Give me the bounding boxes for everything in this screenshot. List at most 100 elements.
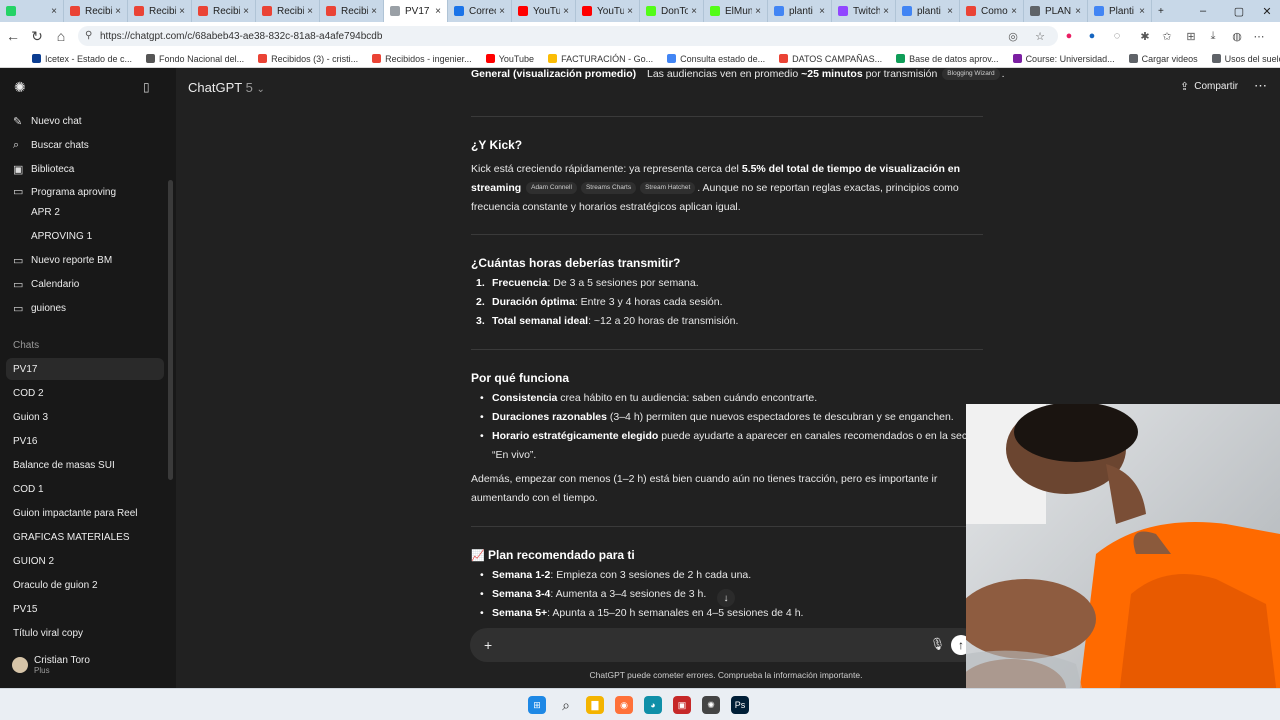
bookmark-item[interactable]: Cargar videos bbox=[1128, 54, 1198, 64]
app-icon[interactable]: ▣ bbox=[673, 696, 691, 714]
browser-tab[interactable]: Recibi × bbox=[64, 0, 128, 22]
sidebar-scrollbar[interactable] bbox=[168, 180, 173, 480]
sidebar-chat-item[interactable]: PV16 bbox=[6, 430, 164, 452]
sidebar-chat-item[interactable]: COD 1 bbox=[6, 478, 164, 500]
browser-tab[interactable]: Recibi × bbox=[128, 0, 192, 22]
tab-close-icon[interactable]: × bbox=[1011, 6, 1017, 17]
browser-tab[interactable]: DonTo × bbox=[640, 0, 704, 22]
sidebar-chat-item[interactable]: Oraculo de guion 2 bbox=[6, 574, 164, 596]
browser-tab[interactable]: Correc × bbox=[448, 0, 512, 22]
user-account[interactable]: Cristian Toro Plus bbox=[6, 650, 166, 680]
source-chip[interactable]: Blogging Wizard bbox=[942, 68, 1000, 81]
model-selector[interactable]: ChatGPT 5 ⌄ bbox=[188, 80, 265, 95]
sidebar-chat-item[interactable]: GUION 2 bbox=[6, 550, 164, 572]
browser-tab[interactable]: Twitch × bbox=[832, 0, 896, 22]
source-chip[interactable]: Streams Charts bbox=[580, 182, 637, 195]
address-bar[interactable]: ⚲ https://chatgpt.com/c/68abeb43-ae38-83… bbox=[78, 26, 1058, 46]
home-icon[interactable]: ⌂ bbox=[48, 22, 74, 50]
collections-icon[interactable]: ⊞ bbox=[1182, 27, 1200, 45]
sidebar-item[interactable]: ⌕ Buscar chats bbox=[6, 134, 164, 156]
site-info-icon[interactable]: ⚲ bbox=[85, 30, 92, 41]
search-icon[interactable]: ⌕ bbox=[557, 696, 575, 714]
share-button[interactable]: ⇪ Compartir bbox=[1180, 80, 1238, 93]
toggle-sidebar-icon[interactable]: ▯ bbox=[143, 80, 150, 94]
browser-tab[interactable]: Planti × bbox=[1088, 0, 1152, 22]
browser-tab[interactable]: Como × bbox=[960, 0, 1024, 22]
chatgpt-logo-icon[interactable]: ✺ bbox=[14, 79, 26, 96]
bookmark-item[interactable]: Consulta estado de... bbox=[667, 54, 765, 64]
browser-tab[interactable]: × bbox=[0, 0, 64, 22]
extension-icon-1[interactable]: ● bbox=[1060, 27, 1078, 45]
favorites-icon[interactable]: ✩ bbox=[1158, 27, 1176, 45]
bookmark-item[interactable]: Base de datos aprov... bbox=[896, 54, 999, 64]
sidebar-chat-item[interactable]: PV15 bbox=[6, 598, 164, 620]
maximize-icon[interactable]: ▢ bbox=[1226, 0, 1252, 22]
sidebar-chat-item[interactable]: Guion impactante para Reel bbox=[6, 502, 164, 524]
extension-icon-3[interactable]: ◌ bbox=[1108, 27, 1126, 45]
photoshop-icon[interactable]: Ps bbox=[731, 696, 749, 714]
extensions-puzzle-icon[interactable]: ✱ bbox=[1136, 27, 1154, 45]
back-icon[interactable]: ← bbox=[0, 22, 26, 50]
extension-icon-2[interactable]: ● bbox=[1083, 27, 1101, 45]
microphone-icon[interactable]: 🎙 bbox=[930, 637, 945, 651]
sidebar-item[interactable]: ✎ Nuevo chat bbox=[6, 110, 164, 132]
browser-menu-icon[interactable]: ⋯ bbox=[1250, 27, 1268, 45]
browser-tab[interactable]: Recibi × bbox=[320, 0, 384, 22]
tab-close-icon[interactable]: × bbox=[1139, 6, 1145, 17]
browser-tab[interactable]: YouTu × bbox=[576, 0, 640, 22]
prompt-input[interactable] bbox=[504, 637, 904, 653]
more-options-icon[interactable]: ⋯ bbox=[1254, 78, 1267, 94]
bookmark-item[interactable]: FACTURACIÓN - Go... bbox=[548, 54, 653, 64]
sidebar-project-item[interactable]: ▭ Programa aproving bbox=[6, 184, 164, 198]
sidebar-project-item[interactable]: APROVING 1 bbox=[6, 225, 164, 247]
sidebar-project-item[interactable]: ▭ Nuevo reporte BM bbox=[6, 249, 164, 271]
tab-close-icon[interactable]: × bbox=[499, 6, 505, 17]
downloads-icon[interactable]: ⤓ bbox=[1204, 27, 1222, 45]
tab-close-icon[interactable]: × bbox=[1075, 6, 1081, 17]
file-explorer-icon[interactable]: ▇ bbox=[586, 696, 604, 714]
sidebar-chat-item[interactable]: Guion 3 bbox=[6, 406, 164, 428]
sidebar-item[interactable]: ▣ Biblioteca bbox=[6, 158, 164, 180]
bookmark-item[interactable]: YouTube bbox=[485, 54, 534, 64]
sidebar-chat-item[interactable]: COD 2 bbox=[6, 382, 164, 404]
browser-tab[interactable]: Recibi × bbox=[256, 0, 320, 22]
new-tab-button[interactable]: + bbox=[1152, 0, 1176, 22]
tab-close-icon[interactable]: × bbox=[435, 6, 441, 17]
browser-tab[interactable]: Recibi × bbox=[192, 0, 256, 22]
tab-close-icon[interactable]: × bbox=[947, 6, 953, 17]
tab-close-icon[interactable]: × bbox=[371, 6, 377, 17]
firefox-icon[interactable]: ◉ bbox=[615, 696, 633, 714]
tab-close-icon[interactable]: × bbox=[691, 6, 697, 17]
tab-close-icon[interactable]: × bbox=[563, 6, 569, 17]
edge-icon[interactable]: ◕ bbox=[644, 696, 662, 714]
sidebar-project-item[interactable]: APR 2 bbox=[6, 201, 164, 223]
source-chip[interactable]: Adam Connell bbox=[526, 182, 577, 195]
tab-close-icon[interactable]: × bbox=[179, 6, 185, 17]
windows-start-icon[interactable]: ⊞ bbox=[528, 696, 546, 714]
browser-tab[interactable]: ElMun × bbox=[704, 0, 768, 22]
browser-tab[interactable]: PLAN × bbox=[1024, 0, 1088, 22]
chatgpt-app-icon[interactable]: ✺ bbox=[702, 696, 720, 714]
sidebar-chat-item[interactable]: Título viral copy bbox=[6, 622, 164, 644]
close-window-icon[interactable]: ✕ bbox=[1254, 0, 1280, 22]
tab-close-icon[interactable]: × bbox=[115, 6, 121, 17]
scroll-down-button[interactable]: ↓ bbox=[717, 589, 735, 607]
tab-close-icon[interactable]: × bbox=[51, 6, 57, 17]
sidebar-project-item[interactable]: ▭ guiones bbox=[6, 297, 164, 319]
plus-icon[interactable]: + bbox=[484, 637, 492, 653]
browser-tab[interactable]: planti × bbox=[768, 0, 832, 22]
bookmark-item[interactable]: Course: Universidad... bbox=[1012, 54, 1115, 64]
browser-tab[interactable]: planti × bbox=[896, 0, 960, 22]
bookmark-item[interactable]: DATOS CAMPAÑAS... bbox=[779, 54, 882, 64]
tab-close-icon[interactable]: × bbox=[307, 6, 313, 17]
source-chip[interactable]: Stream Hatchet bbox=[640, 182, 696, 195]
tab-close-icon[interactable]: × bbox=[819, 6, 825, 17]
browser-tab[interactable]: PV17 × bbox=[384, 0, 448, 22]
sidebar-project-item[interactable]: ▭ Calendario bbox=[6, 273, 164, 295]
screen-share-icon[interactable]: ◎ bbox=[1004, 27, 1022, 45]
tab-close-icon[interactable]: × bbox=[243, 6, 249, 17]
sidebar-chat-item[interactable]: GRAFICAS MATERIALES bbox=[6, 526, 164, 548]
bookmark-item[interactable]: Usos del suelo palm... bbox=[1211, 54, 1280, 64]
bookmark-item[interactable]: Recibidos - ingenier... bbox=[372, 54, 472, 64]
tab-close-icon[interactable]: × bbox=[883, 6, 889, 17]
